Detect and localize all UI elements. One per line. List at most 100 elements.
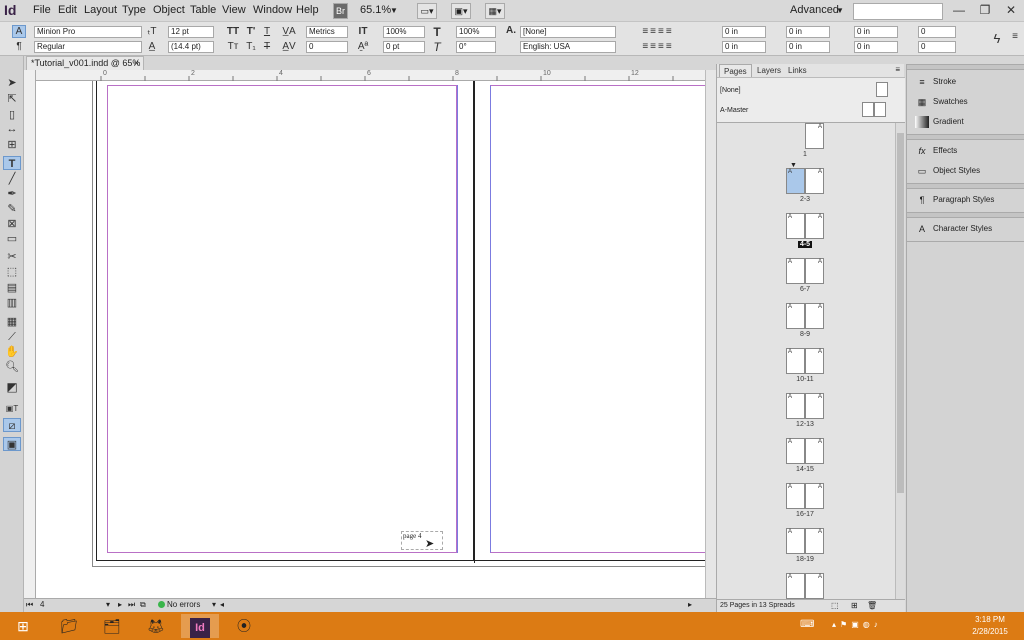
space-after-field[interactable]: 0 in	[854, 41, 898, 53]
page-thumbnail[interactable]: A	[786, 303, 805, 329]
view-options-icon[interactable]: ▭▾	[417, 3, 437, 19]
scissors-tool-icon[interactable]: ✂	[3, 250, 21, 264]
tracking-field[interactable]: 0	[306, 41, 348, 53]
page-spread[interactable]: A A 2-3 ▼	[717, 162, 895, 213]
last-page-icon[interactable]: ⏭	[128, 600, 135, 610]
page-dropdown-icon[interactable]: ▾	[106, 600, 110, 609]
character-formatting-icon[interactable]: A	[12, 25, 26, 38]
page-thumbnail[interactable]: A	[805, 303, 824, 329]
a-master-left-thumb[interactable]	[862, 102, 874, 117]
page-thumbnail[interactable]: A	[805, 348, 824, 374]
preflight-dropdown-icon[interactable]: ▾	[212, 600, 216, 609]
workspace-switcher[interactable]: Advanced	[790, 4, 839, 16]
space-before-field[interactable]: 0 in	[854, 26, 898, 38]
selection-tool-icon[interactable]: ➤	[3, 76, 21, 90]
zoom-dropdown-icon[interactable]: ▼	[390, 6, 398, 15]
scroll-left-icon[interactable]: ◂	[220, 600, 224, 609]
character-styles-panel-button[interactable]: A Character Styles	[907, 219, 1024, 239]
gap-tool-icon[interactable]: ↔	[3, 122, 21, 136]
preflight-status-text[interactable]: No errors	[167, 600, 200, 609]
scroll-right-icon[interactable]: ▸	[688, 600, 692, 609]
last-line-indent-field[interactable]: 0 in	[786, 41, 830, 53]
align-buttons-top[interactable]: ≡≡≡≡	[628, 26, 688, 37]
page-thumbnail[interactable]: A	[805, 483, 824, 509]
menu-view[interactable]: View	[222, 4, 246, 16]
menu-table[interactable]: Table	[190, 4, 216, 16]
menu-file[interactable]: File	[33, 4, 51, 16]
page-thumbnail[interactable]: A	[805, 213, 824, 239]
paragraph-styles-panel-button[interactable]: ¶ Paragraph Styles	[907, 190, 1024, 210]
tab-layers[interactable]: Layers	[753, 64, 785, 77]
all-caps-button[interactable]: TT	[226, 26, 240, 37]
page-thumbnail[interactable]: A	[786, 168, 805, 194]
free-transform-tool-icon[interactable]: ⬚	[3, 265, 21, 279]
line-tool-icon[interactable]: ╱	[3, 172, 21, 186]
font-family-field[interactable]: Minion Pro	[34, 26, 142, 38]
formatting-affects-icon[interactable]: ▣T	[3, 402, 21, 416]
hand-tool-icon[interactable]: ✋	[3, 345, 21, 359]
page-thumbnail[interactable]: A	[786, 213, 805, 239]
zoom-tool-icon[interactable]: 🔍︎	[3, 360, 21, 374]
open-page-icon[interactable]: ⧉	[140, 600, 146, 610]
swatches-panel-button[interactable]: ▦ Swatches	[907, 92, 1024, 112]
menu-object[interactable]: Object	[153, 4, 185, 16]
leading-field[interactable]: (14.4 pt)	[168, 41, 214, 53]
page-thumbnail[interactable]: A	[805, 573, 824, 599]
gradient-panel-button[interactable]: Gradient	[907, 112, 1024, 132]
panel-group-separator[interactable]	[907, 134, 1024, 140]
page-spread[interactable]: A A 8-9	[717, 303, 895, 348]
page-thumbnail[interactable]: A	[786, 348, 805, 374]
page-thumbnail[interactable]: A	[786, 393, 805, 419]
note-tool-icon[interactable]: ▦	[3, 315, 21, 329]
minimize-button[interactable]: —	[946, 0, 972, 20]
file-manager-icon[interactable]: 🗂︎	[93, 614, 131, 638]
skew-field[interactable]: 0°	[456, 41, 496, 53]
language-field[interactable]: English: USA	[520, 41, 616, 53]
none-master-thumb[interactable]	[876, 82, 888, 97]
small-caps-button[interactable]: Tт	[226, 41, 240, 52]
apply-none-icon[interactable]: ⧄	[3, 418, 21, 432]
a-master-label[interactable]: A-Master	[720, 107, 748, 114]
left-indent-field[interactable]: 0 in	[722, 26, 766, 38]
baseline-shift-field[interactable]: 0 pt	[383, 41, 425, 53]
menu-edit[interactable]: Edit	[58, 4, 77, 16]
tab-pages[interactable]: Pages	[719, 64, 752, 77]
new-page-icon[interactable]: ⊞	[851, 601, 858, 610]
drop-cap-chars-field[interactable]: 0	[918, 41, 956, 53]
menu-type[interactable]: Type	[122, 4, 146, 16]
pages-scrollbar-thumb[interactable]	[897, 133, 904, 493]
page-thumbnail[interactable]: A	[805, 168, 824, 194]
panel-group-separator[interactable]	[907, 212, 1024, 218]
system-tray-icons[interactable]: ▴⚑▣◍♪	[832, 620, 882, 629]
bridge-button[interactable]: Br	[333, 3, 348, 19]
windows-start-icon[interactable]: ⊞	[4, 614, 42, 638]
rectangle-tool-icon[interactable]: ▭	[3, 232, 21, 246]
subscript-button[interactable]: T₁	[244, 41, 258, 52]
tab-links[interactable]: Links	[784, 64, 811, 77]
gradient-swatch-tool-icon[interactable]: ▤	[3, 281, 21, 295]
gradient-feather-tool-icon[interactable]: ▥	[3, 296, 21, 310]
arrange-documents-icon[interactable]: ▦▾	[485, 3, 505, 19]
document-canvas[interactable]: page 4 ➤	[36, 81, 705, 598]
first-page-icon[interactable]: ⏮	[26, 600, 33, 610]
page-spread[interactable]: A A 12-13	[717, 393, 895, 438]
font-style-field[interactable]: Regular	[34, 41, 142, 53]
document-tab[interactable]: *Tutorial_v001.indd @ 65% ×	[26, 56, 144, 70]
page-thumbnail[interactable]: A	[805, 528, 824, 554]
page-thumbnail[interactable]: A	[786, 528, 805, 554]
page-number-field[interactable]: 4	[40, 600, 44, 609]
page-thumbnail[interactable]: A	[805, 393, 824, 419]
panel-group-separator[interactable]	[907, 183, 1024, 189]
strikethrough-button[interactable]: T	[262, 41, 272, 52]
eyedropper-tool-icon[interactable]: ⟋	[3, 330, 21, 344]
superscript-button[interactable]: T'	[244, 26, 258, 37]
indesign-taskbar-icon[interactable]: Id	[181, 614, 219, 638]
page-thumbnail[interactable]: A	[786, 258, 805, 284]
type-tool-icon[interactable]: T	[3, 156, 21, 170]
next-page-icon[interactable]: ▸	[118, 600, 122, 609]
workspace-dropdown-icon[interactable]: ▼	[836, 6, 844, 15]
paragraph-formatting-icon[interactable]: ¶	[12, 41, 26, 54]
page-thumbnail[interactable]: A	[805, 438, 824, 464]
panel-group-separator[interactable]	[907, 64, 1024, 70]
drop-cap-lines-field[interactable]: 0	[918, 26, 956, 38]
